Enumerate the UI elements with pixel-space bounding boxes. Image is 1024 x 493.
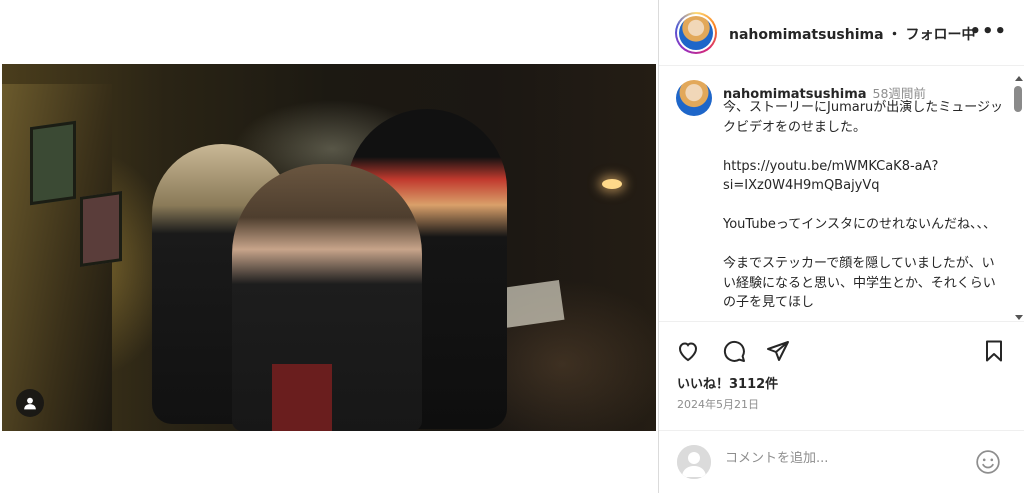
user-tag-icon [24, 397, 36, 410]
media-column [0, 0, 658, 493]
photo-arcade-screen [80, 191, 122, 267]
action-bar [659, 330, 1024, 370]
emoji-icon [976, 450, 1000, 474]
photo-sign [499, 280, 565, 328]
comment-bar [659, 430, 1024, 493]
like-count[interactable]: いいね！3112件 [677, 373, 778, 392]
bookmark-icon [986, 340, 1002, 362]
emoji-button[interactable] [975, 449, 1001, 475]
save-button[interactable] [981, 338, 1007, 364]
header-user-line: nahomimatsushima ・フォロー中 [729, 24, 976, 44]
caption-scrollbar[interactable] [1014, 76, 1023, 320]
header-separator: ・ [887, 27, 902, 43]
caption-paragraph: YouTubeってインスタにのせれないんだね、、、 [723, 217, 996, 232]
caption-paragraph: 今、ストーリーにJumaruが出演したミュージックビデオをのせました。 [723, 100, 1004, 135]
photo-shirt [272, 364, 332, 431]
current-user-avatar [677, 445, 711, 479]
more-horizontal-icon: ••• [969, 21, 1007, 42]
comment-icon [723, 340, 745, 362]
post-header: nahomimatsushima ・フォロー中 ••• [659, 0, 1024, 66]
scroll-thumb[interactable] [1014, 86, 1022, 112]
share-button[interactable] [765, 338, 791, 364]
comment-button[interactable] [721, 338, 747, 364]
caption-avatar[interactable] [676, 80, 712, 116]
caption-paragraph: 今までステッカーで顔を隠していましたが、いい経験になると思い、中学生とか、それく… [723, 256, 996, 310]
like-button[interactable] [675, 338, 701, 364]
post-details-panel: nahomimatsushima ・フォロー中 ••• nahomimatsush… [658, 0, 1024, 493]
photo-arcade-screen [30, 120, 76, 206]
scroll-up-arrow-icon[interactable] [1015, 76, 1023, 81]
photo-light [602, 179, 622, 189]
header-username[interactable]: nahomimatsushima [729, 27, 884, 43]
story-ring[interactable] [675, 12, 717, 54]
caption-area: nahomimatsushima 58週間前 今、ストーリーにJumaruが出演し… [659, 66, 1024, 322]
comment-input[interactable] [725, 451, 965, 466]
avatar [679, 16, 713, 50]
post-date[interactable]: 2024年5月21日 [677, 396, 759, 412]
caption-link[interactable]: https://youtu.be/mWMKCaK8-aA?si=IXz0W4H9… [723, 157, 1005, 196]
scroll-down-arrow-icon[interactable] [1015, 315, 1023, 320]
default-avatar-icon [677, 445, 711, 479]
post-photo[interactable] [2, 64, 656, 431]
heart-icon [678, 342, 698, 362]
user-tag-button[interactable] [16, 389, 44, 417]
follow-status-button[interactable]: フォロー中 [906, 27, 976, 43]
share-icon [767, 341, 789, 361]
more-options-button[interactable]: ••• [969, 21, 1007, 42]
caption-text: 今、ストーリーにJumaruが出演したミュージックビデオをのせました。 http… [723, 98, 1005, 321]
